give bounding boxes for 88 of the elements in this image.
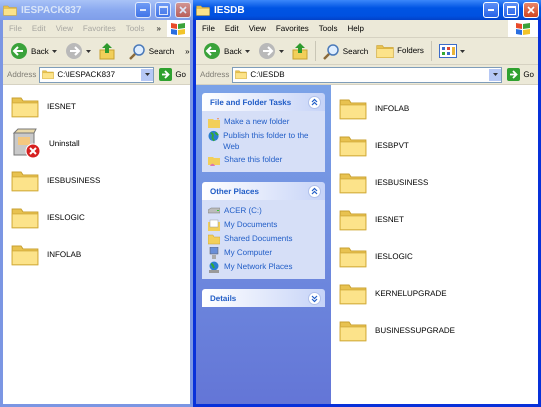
file-name[interactable]: IESNET [375, 214, 404, 224]
dropdown-caret-icon [52, 50, 57, 52]
new-folder-icon [208, 116, 220, 128]
caret-icon [144, 73, 150, 76]
close-icon [179, 6, 187, 14]
go-button[interactable]: Go [157, 68, 188, 81]
task-panel-header[interactable]: Other Places [202, 182, 325, 200]
file-name[interactable]: IESBUSINESS [47, 176, 100, 184]
task-link[interactable]: Make a new folder [224, 116, 290, 127]
file-name[interactable]: IESLOGIC [375, 252, 413, 260]
menu-item[interactable]: Tools [314, 24, 342, 33]
window-title: IESDB [214, 4, 246, 16]
file-name[interactable]: INFOLAB [375, 104, 410, 112]
go-arrow-icon [507, 68, 520, 81]
collapse-icon[interactable] [308, 96, 321, 108]
task-link[interactable]: My Computer [224, 247, 272, 258]
close-button[interactable] [175, 2, 191, 18]
file-name[interactable]: IESLOGIC [47, 212, 85, 222]
task-panel-header[interactable]: File and Folder Tasks [202, 93, 325, 111]
file-name[interactable]: Uninstall [49, 138, 80, 148]
menu-item[interactable]: View [244, 24, 270, 33]
folder-icon [196, 4, 210, 16]
folder-icon [235, 69, 248, 80]
minimize-icon [488, 9, 494, 11]
windows-logo-icon [166, 20, 190, 37]
shared-folder-icon [208, 154, 220, 166]
dropdown-caret-icon [460, 50, 465, 52]
menu-item[interactable]: File [198, 24, 219, 33]
file-name[interactable]: BUSINESSUPGRADE [375, 326, 456, 334]
caret-icon [492, 73, 498, 76]
menu-item[interactable]: Edit [220, 24, 243, 33]
search-icon [322, 42, 340, 60]
file-name[interactable]: IESBUSINESS [375, 178, 428, 186]
dropdown-caret-icon [278, 50, 284, 52]
dropdown-caret-icon [86, 50, 91, 52]
task-link[interactable]: Publish this folder to the Web [223, 130, 319, 152]
folder-icon [3, 4, 17, 16]
search-button[interactable]: Search [126, 42, 178, 60]
windows-logo-icon [508, 20, 538, 37]
menu-overflow-button[interactable]: » [152, 24, 165, 33]
menu-item[interactable]: Favorites [272, 24, 313, 33]
go-arrow-icon [159, 68, 172, 81]
folder-icon [208, 233, 220, 245]
task-panel-header[interactable]: Details [202, 289, 325, 307]
back-button[interactable]: Back [200, 41, 253, 61]
folders-icon [376, 43, 394, 59]
file-name[interactable]: IESNET [47, 102, 76, 110]
address-label: Address [200, 70, 230, 79]
address-field[interactable]: C:\IESDB [232, 66, 502, 82]
toolbar-overflow-button[interactable]: » [181, 46, 194, 56]
folder-up-icon [98, 42, 115, 60]
network-globe-icon [208, 261, 220, 273]
task-link[interactable]: ACER (C:) [224, 205, 262, 216]
maximize-icon [158, 6, 168, 14]
task-link[interactable]: Shared Documents [224, 233, 292, 244]
back-button[interactable]: Back [7, 41, 60, 61]
address-label: Address [7, 70, 36, 79]
maximize-button[interactable] [155, 2, 171, 18]
minimize-icon [140, 9, 146, 11]
maximize-icon [506, 6, 516, 14]
task-link[interactable]: Share this folder [224, 154, 282, 165]
globe-icon [208, 130, 220, 142]
maximize-button[interactable] [503, 2, 519, 18]
folder-icon [42, 69, 54, 80]
task-link[interactable]: My Documents [224, 219, 278, 230]
window-title: IESPACK837 [21, 4, 82, 16]
search-icon [128, 42, 146, 60]
collapse-icon[interactable] [308, 184, 321, 198]
search-button[interactable]: Search [320, 42, 372, 60]
go-button[interactable]: Go [505, 68, 536, 81]
task-link[interactable]: My Network Places [224, 261, 292, 272]
address-field[interactable]: C:\IESPACK837 [39, 66, 154, 82]
documents-icon [208, 219, 220, 231]
dropdown-caret-icon [244, 50, 250, 52]
close-button[interactable] [523, 2, 539, 18]
file-name[interactable]: INFOLAB [47, 250, 82, 258]
minimize-button[interactable] [135, 2, 151, 18]
views-grid-icon [438, 44, 457, 58]
uninstall-icon [11, 127, 41, 159]
close-icon [527, 6, 535, 14]
folders-button[interactable]: Folders [373, 42, 427, 60]
folder-up-icon [292, 42, 308, 60]
file-name[interactable]: IESBPVT [375, 140, 409, 150]
file-name[interactable]: KERNELUPGRADE [375, 288, 447, 298]
expand-icon[interactable] [308, 292, 321, 304]
computer-icon [208, 247, 220, 259]
minimize-button[interactable] [483, 2, 499, 18]
menu-item[interactable]: Help [343, 24, 368, 33]
